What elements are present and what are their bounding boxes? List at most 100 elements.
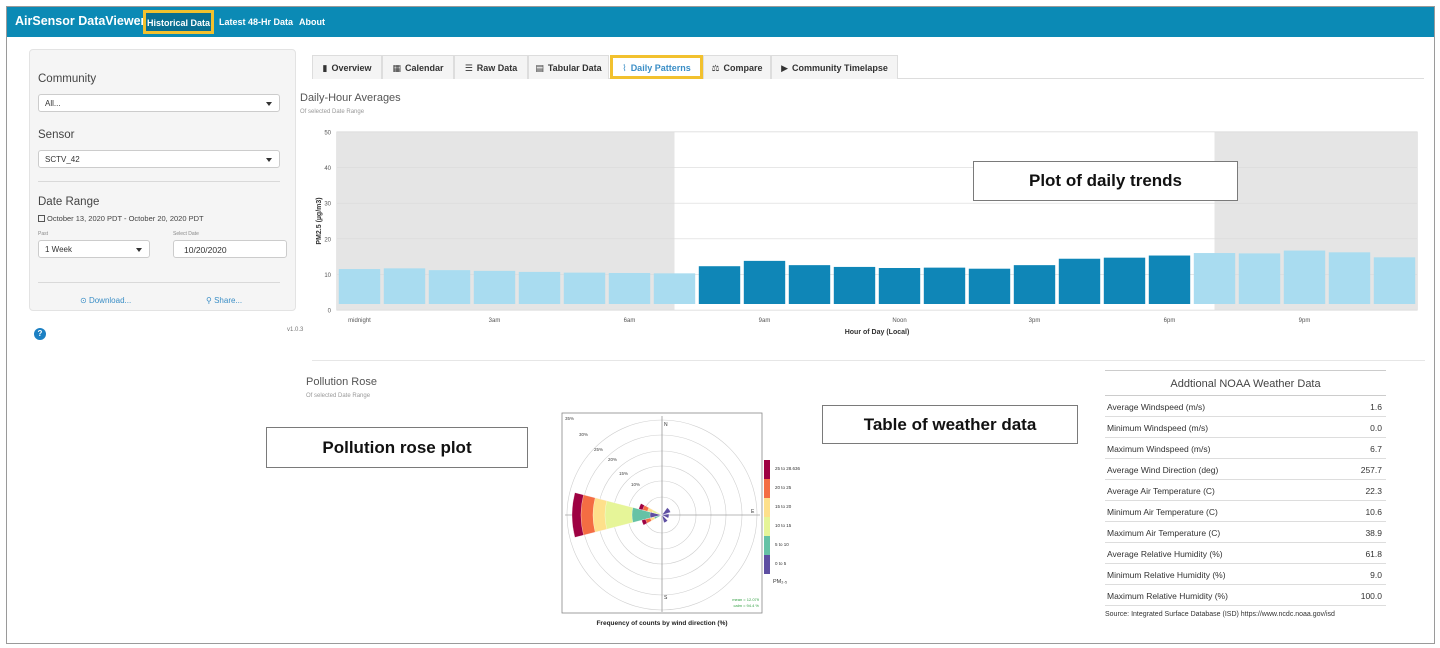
weather-source: Source: Integrated Surface Database (ISD… <box>1105 611 1335 618</box>
tab-label: Overview <box>331 63 372 73</box>
weather-table: Addtional NOAA Weather Data Average Wind… <box>1105 370 1386 618</box>
bar-hour-16 <box>1058 258 1101 304</box>
download-link[interactable]: ⊙ Download... <box>80 296 131 305</box>
share-label: Share... <box>214 296 243 305</box>
x-tick-label: 9am <box>759 318 771 324</box>
bar-hour-19 <box>1193 253 1236 304</box>
nav-historical-data[interactable]: Historical Data <box>143 10 214 34</box>
pollution-rose-subtitle: Of selected Date Range <box>306 393 371 399</box>
community-select-value: All... <box>45 99 61 108</box>
pollution-rose-chart: 30%25%20%15%10%35%NES mean = 12.079calm =… <box>561 412 770 627</box>
app-frame: AirSensor DataViewer Historical Data Lat… <box>6 6 1435 644</box>
tab-overview[interactable]: ▮ Overview <box>312 55 382 79</box>
select-date-input[interactable]: 10/20/2020 <box>173 240 287 258</box>
y-tick-label: 50 <box>324 131 331 137</box>
daily-plot-title: Daily-Hour Averages <box>300 92 401 104</box>
rose-calm: calm = 94.4 % <box>734 603 760 608</box>
calendar-icon: ▦ <box>392 63 401 73</box>
section-divider <box>312 360 1425 361</box>
sensor-select[interactable]: SCTV_42 <box>38 150 280 168</box>
rose-legend-swatch <box>764 555 770 574</box>
chart-icon: ▮ <box>322 63 328 73</box>
tab-bar: ▮ Overview ▦ Calendar ☰ Raw Data ▤ Tabular D… <box>312 55 1424 79</box>
rose-legend-swatch <box>764 517 770 536</box>
tab-daily-patterns[interactable]: ⌇ Daily Patterns <box>610 55 703 79</box>
bar-hour-22 <box>1328 252 1371 304</box>
sidebar-divider <box>38 282 280 283</box>
weather-row-value: 61.8 <box>1365 549 1382 559</box>
rose-caption: Frequency of counts by wind direction (%… <box>596 620 727 627</box>
rose-legend-label: 5 to 10 <box>775 542 789 547</box>
date-range-text: October 13, 2020 PDT - October 20, 2020 … <box>47 214 204 223</box>
bar-hour-3 <box>473 270 516 304</box>
community-select[interactable]: All... <box>38 94 280 112</box>
database-icon: ☰ <box>464 63 473 73</box>
bar-hour-13 <box>923 267 966 304</box>
rose-legend-label: 0 to 5 <box>775 561 787 566</box>
weather-row-label: Average Relative Humidity (%) <box>1107 549 1223 559</box>
tab-label: Compare <box>723 63 763 73</box>
rose-legend-swatch <box>764 536 770 555</box>
weather-row-value: 22.3 <box>1365 486 1382 496</box>
x-tick-label: 3pm <box>1029 318 1041 324</box>
app-brand[interactable]: AirSensor DataViewer <box>15 14 145 28</box>
weather-row-value: 38.9 <box>1365 528 1382 538</box>
weather-row-label: Minimum Relative Humidity (%) <box>1107 570 1226 580</box>
rose-ring-label: 25% <box>594 447 603 452</box>
bar-hour-23 <box>1373 257 1416 304</box>
weather-table-row: Average Windspeed (m/s) 1.6 <box>1105 396 1386 417</box>
rose-ring-label: 30% <box>579 432 588 437</box>
pollution-rose-plot: 30% 25% 20% 15% 10% 35% N E Smean = 12.079 calm =… <box>557 412 800 632</box>
app-version: v1.0.3 <box>287 327 304 333</box>
nav-about[interactable]: About <box>299 17 325 27</box>
weather-table-row: Minimum Air Temperature (C) 10.6 <box>1105 501 1386 522</box>
rose-legend-swatch <box>764 479 770 498</box>
sidebar-divider <box>38 181 280 182</box>
help-icon[interactable]: ? <box>34 328 46 340</box>
bar-hour-10 <box>788 265 831 304</box>
share-link[interactable]: ⚲ Share... <box>206 296 242 305</box>
rose-legend-label: 25 to 28.636 <box>775 466 801 471</box>
date-range-label: Date Range <box>38 196 100 208</box>
weather-row-label: Average Air Temperature (C) <box>1107 486 1215 496</box>
weather-row-label: Minimum Air Temperature (C) <box>1107 507 1218 517</box>
past-select[interactable]: 1 Week <box>38 240 150 258</box>
rose-mean: mean = 12.079 <box>732 597 760 602</box>
x-tick-label: 6pm <box>1164 318 1176 324</box>
date-range-text-row: October 13, 2020 PDT - October 20, 2020 … <box>38 214 204 223</box>
weather-table-row: Average Relative Humidity (%) 61.8 <box>1105 543 1386 564</box>
balance-icon: ⚖ <box>711 63 720 73</box>
weather-table-row: Minimum Relative Humidity (%) 9.0 <box>1105 564 1386 585</box>
y-tick-label: 40 <box>324 166 331 172</box>
daily-bar-chart: 0 10 20 30 40 50 midnight 3am 6am 9am Noon 3pm 6pm 9p… <box>316 131 1418 336</box>
weather-row-label: Maximum Windspeed (m/s) <box>1107 444 1211 454</box>
y-axis-label: PM2.5 (µg/m3) <box>316 197 323 244</box>
bar-hour-21 <box>1283 250 1326 304</box>
chevron-down-icon <box>266 102 272 106</box>
bar-hour-4 <box>518 271 561 304</box>
rose-legend-label: 15 to 20 <box>775 504 792 509</box>
tab-tabular-data[interactable]: ▤ Tabular Data <box>528 55 609 79</box>
nav-latest-48hr-data[interactable]: Latest 48-Hr Data <box>219 17 293 27</box>
weather-row-value: 10.6 <box>1365 507 1382 517</box>
rose-ring-label: 20% <box>608 457 617 462</box>
tab-raw-data[interactable]: ☰ Raw Data <box>454 55 528 79</box>
rose-compass-n: N <box>664 422 668 428</box>
tab-compare[interactable]: ⚖ Compare <box>703 55 771 79</box>
sidebar-panel: Community All... Sensor SCTV_42 Date Ran… <box>29 49 296 311</box>
x-tick-label: Noon <box>892 318 906 324</box>
y-tick-label: 20 <box>324 237 331 243</box>
tab-calendar[interactable]: ▦ Calendar <box>382 55 454 79</box>
bar-hour-12 <box>878 267 921 304</box>
past-select-value: 1 Week <box>45 245 72 254</box>
tab-community-timelapse[interactable]: ▶ Community Timelapse <box>771 55 898 79</box>
bar-hour-20 <box>1238 253 1281 304</box>
rose-legend-label: 20 to 25 <box>775 485 792 490</box>
x-tick-label: midnight <box>348 318 371 324</box>
past-label: Past <box>38 231 49 237</box>
weather-table-row: Maximum Air Temperature (C) 38.9 <box>1105 522 1386 543</box>
x-axis-label: Hour of Day (Local) <box>845 329 910 336</box>
y-tick-label: 0 <box>328 309 332 315</box>
weather-row-value: 100.0 <box>1360 591 1382 601</box>
sensor-select-value: SCTV_42 <box>45 155 80 164</box>
